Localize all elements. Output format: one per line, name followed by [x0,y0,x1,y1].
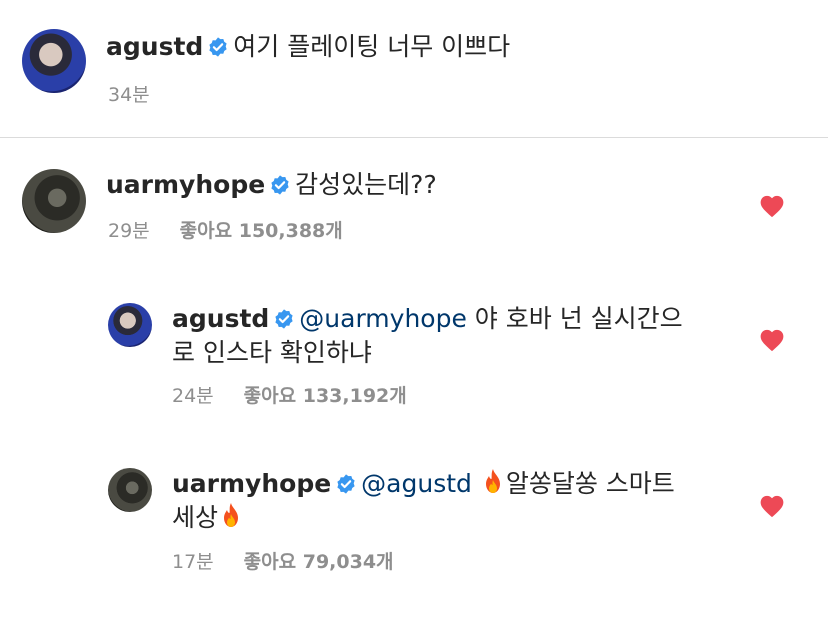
avatar-uarmyhope[interactable] [108,468,152,512]
comment-meta: 29분 좋아요 150,388개 [108,219,343,243]
reply-mention[interactable]: @uarmyhope [299,304,467,333]
reply-likes[interactable]: 좋아요 79,034개 [244,551,394,573]
fire-emoji-icon [224,503,239,527]
reply-text-line2: 로 인스타 확인하냐 [172,338,372,367]
comment-line: uarmyhope 감성있는데?? [106,168,437,202]
reply-text-line1: 야 호바 넌 실시간으 [474,304,683,333]
reply-text-line2: 세상 [172,503,219,532]
comment-username[interactable]: uarmyhope [106,170,265,199]
reply-meta: 17분 좋아요 79,034개 [172,550,394,574]
reply-mention[interactable]: @agustd [361,469,472,498]
comment-timestamp: 29분 [108,220,150,242]
caption-section: agustd 여기 플레이팅 너무 이쁘다 34분 [0,0,828,138]
caption-username[interactable]: agustd [106,32,203,61]
reply-line-2: 세상 [172,501,244,535]
avatar-agustd[interactable] [108,303,152,347]
avatar-agustd[interactable] [22,29,86,93]
reply-username[interactable]: uarmyhope [172,469,331,498]
caption-time: 34분 [108,83,150,107]
reply-line-2: 로 인스타 확인하냐 [172,336,372,370]
comment-likes[interactable]: 좋아요 150,388개 [180,220,343,242]
reply-meta: 24분 좋아요 133,192개 [172,384,407,408]
comment-text: 감성있는데?? [295,170,437,199]
caption-timestamp: 34분 [108,84,150,106]
verified-badge-icon [275,309,293,329]
caption-text: 여기 플레이팅 너무 이쁘다 [233,32,511,61]
reply-text-line1: 알쏭달쏭 스마트 [505,469,675,498]
reply-line-1: uarmyhope @agustd 알쏭달쏭 스마트 [172,467,675,501]
reply-timestamp: 24분 [172,385,214,407]
fire-emoji-icon [485,469,500,493]
heart-icon[interactable] [759,328,785,352]
verified-badge-icon [271,175,289,195]
reply-line-1: agustd @uarmyhope 야 호바 넌 실시간으 [172,302,683,336]
verified-badge-icon [209,37,227,57]
caption-line: agustd 여기 플레이팅 너무 이쁘다 [106,30,510,64]
verified-badge-icon [337,474,355,494]
heart-icon[interactable] [759,194,785,218]
reply-timestamp: 17분 [172,551,214,573]
avatar-uarmyhope[interactable] [22,169,86,233]
reply-username[interactable]: agustd [172,304,269,333]
reply-likes[interactable]: 좋아요 133,192개 [244,385,407,407]
heart-icon[interactable] [759,494,785,518]
